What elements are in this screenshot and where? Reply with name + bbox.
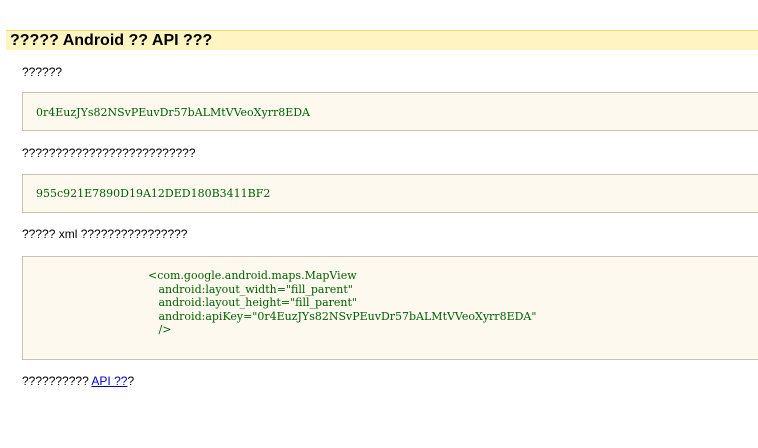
api-key-box: 0r4EuzJYs82NSvPEuvDr57bALMtVVeoXyrr8EDA (22, 92, 758, 131)
page: ????? Android ?? API ??? ?????? 0r4EuzJY… (0, 0, 758, 448)
xml-code: <com.google.android.maps.MapView android… (148, 269, 537, 336)
section-2-label: ?????????????????????????? (22, 146, 196, 160)
footer-suffix: ? (127, 374, 135, 388)
section-1-label: ?????? (22, 65, 63, 79)
footer-text: ?????????? API ??? (22, 374, 134, 388)
api-key-code: 0r4EuzJYs82NSvPEuvDr57bALMtVVeoXyrr8EDA (36, 106, 310, 119)
api-link[interactable]: API ?? (91, 374, 127, 388)
fingerprint-code: 955c921E7890D19A12DED180B3411BF2 (36, 187, 271, 200)
xml-box: <com.google.android.maps.MapView android… (22, 256, 758, 360)
page-title: ????? Android ?? API ??? (10, 32, 213, 49)
section-3-label: ????? xml ???????????????? (22, 227, 188, 241)
footer-prefix: ?????????? (22, 374, 92, 388)
fingerprint-box: 955c921E7890D19A12DED180B3411BF2 (22, 174, 758, 213)
